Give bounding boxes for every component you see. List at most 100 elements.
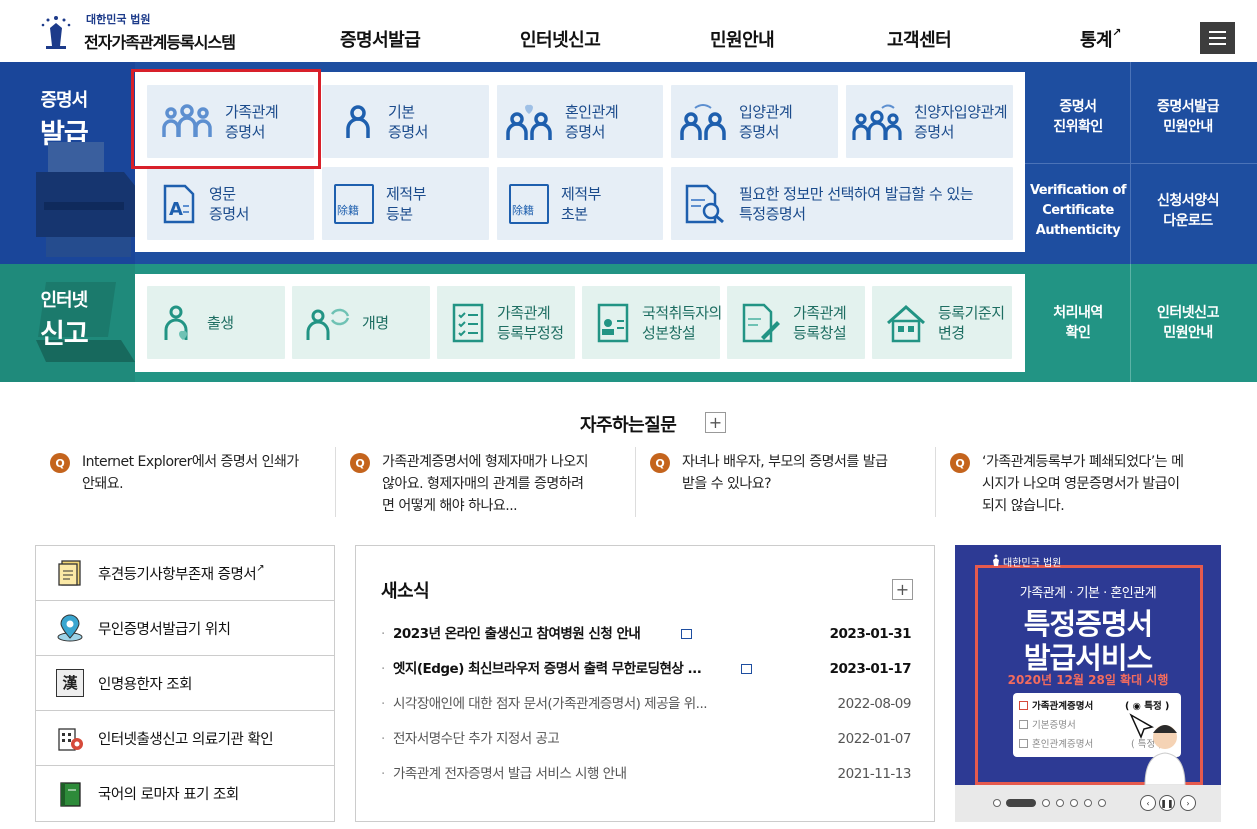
banner-court-name: 대한민국 법원 xyxy=(1003,558,1062,569)
faq-item[interactable]: Q 가족관계증명서에 형제자매가 나오지 않아요. 형제자매의 관계를 증명하려 면… xyxy=(350,447,630,517)
tile-label: 필요한 정보만 선택하여 발급할 수 있는 특정증명서 xyxy=(739,184,974,224)
slide-dot-active[interactable] xyxy=(1006,799,1036,807)
verify-cert-link[interactable]: 증명서진위확인 xyxy=(1028,72,1128,162)
tile-full-adoption-cert[interactable]: 친양자입양관계 증명서 xyxy=(846,85,1013,158)
banner-option-3-label: 혼인관계증명서 xyxy=(1032,739,1094,750)
slide-dot[interactable] xyxy=(1070,799,1078,807)
tile-line2: 등본 xyxy=(386,204,413,223)
verify-cert-line1: 증명서 xyxy=(1059,99,1097,115)
document-icon xyxy=(58,560,81,586)
news-item-date: 2022-01-07 xyxy=(837,731,912,747)
quick-link-label: 후견등기사항부존재 증명서↗ xyxy=(98,562,265,584)
cert-civil-info-link[interactable]: 증명서발급 민원안내 xyxy=(1133,72,1243,162)
tile-removal-register-abstract[interactable]: 除籍 제적부 초본 xyxy=(497,167,663,240)
tile-birth-report[interactable]: 출생 xyxy=(147,286,285,359)
english-doc-icon: A xyxy=(163,184,195,223)
slide-dot[interactable] xyxy=(1056,799,1064,807)
tile-label: 국적취득자의 성본창설 xyxy=(642,303,722,343)
quick-link-hospital-check[interactable]: 인터넷출생신고 의료기관 확인 xyxy=(36,711,334,766)
court-emblem-icon[interactable] xyxy=(38,10,74,50)
verification-line2: Certificate xyxy=(1042,203,1114,218)
page: 대한민국 법원 전자가족관계등록시스템 증명서발급 인터넷신고 민원안내 고객센… xyxy=(0,0,1257,829)
external-link-icon: ↗ xyxy=(256,562,265,574)
tile-label: 출생 xyxy=(207,313,234,332)
tile-english-cert[interactable]: A 영문 증명서 xyxy=(147,167,314,240)
tile-register-correction[interactable]: 가족관계 등록부정정 xyxy=(437,286,575,359)
form-download-line2: 다운로드 xyxy=(1163,213,1213,229)
tile-specific-cert[interactable]: 필요한 정보만 선택하여 발급할 수 있는 특정증명서 xyxy=(671,167,1013,240)
verification-line3: Authenticity xyxy=(1035,223,1121,238)
banner-date: 2020년 12월 28일 확대 시행 xyxy=(1007,673,1169,687)
nav-civil-info[interactable]: 민원안내 xyxy=(710,26,775,52)
faq-text: 자녀나 배우자, 부모의 증명서를 발급 받을 수 있나요? xyxy=(682,451,888,495)
tile-label: 입양관계 증명서 xyxy=(739,102,793,142)
news-item[interactable]: · 시각장애인에 대한 점자 문서(가족관계증명서) 제공을 위... 2022… xyxy=(381,693,912,715)
pause-icon[interactable]: ❚❚ xyxy=(1159,795,1175,811)
net-civil-info-link[interactable]: 인터넷신고 민원안내 xyxy=(1133,274,1243,372)
news-item[interactable]: · 전자서명수단 추가 지정서 공고 2022-01-07 xyxy=(381,728,912,750)
tile-label: 제적부 등본 xyxy=(386,184,426,224)
news-item[interactable]: · 엣지(Edge) 최신브라우저 증명서 출력 무한로딩현상 ... 2023… xyxy=(381,658,912,680)
news-item-date: 2023-01-31 xyxy=(829,626,912,642)
faq-item[interactable]: Q Internet Explorer에서 증명서 인쇄가 안돼요. xyxy=(50,447,330,517)
news-item[interactable]: · 가족관계 전자증명서 발급 서비스 시행 안내 2021-11-13 xyxy=(381,763,912,785)
printer-icon xyxy=(36,142,136,257)
promo-banner[interactable]: 대한민국 법원 가족관계 · 기본 · 혼인관계 특정증명서 발급서비스 202… xyxy=(955,545,1221,822)
faq-item[interactable]: Q 자녀나 배우자, 부모의 증명서를 발급 받을 수 있나요? xyxy=(650,447,930,517)
faq-item[interactable]: Q ‘가족관계등록부가 폐쇄되었다’는 메 시지가 나오며 영문증명서가 발급이 되… xyxy=(950,447,1230,517)
form-download-link[interactable]: 신청서양식 다운로드 xyxy=(1133,168,1243,254)
tile-label: 가족관계 등록부정정 xyxy=(497,303,564,343)
tile-naturalized-surname[interactable]: 국적취득자의 성본창설 xyxy=(582,286,722,359)
logo-court-name[interactable]: 대한민국 법원 xyxy=(86,11,151,27)
tile-line1: 가족관계 xyxy=(793,303,847,322)
banner-subtitle: 가족관계 · 기본 · 혼인관계 xyxy=(1019,586,1157,601)
faq-more-button[interactable]: + xyxy=(705,412,726,433)
faq-line2: 받을 수 있나요? xyxy=(682,476,772,492)
prev-slide-icon[interactable]: ‹ xyxy=(1140,795,1156,811)
tile-line1: 필요한 정보만 선택하여 발급할 수 있는 xyxy=(739,184,974,203)
tile-registry-base-change[interactable]: 등록기준지 변경 xyxy=(872,286,1012,359)
nav-internet-report[interactable]: 인터넷신고 xyxy=(520,26,601,52)
nav-customer-center[interactable]: 고객센터 xyxy=(887,26,952,52)
quick-link-label: 인터넷출생신고 의료기관 확인 xyxy=(98,731,274,748)
hamburger-icon[interactable] xyxy=(1200,22,1235,54)
tile-marriage-cert[interactable]: 혼인관계 증명서 xyxy=(497,85,663,158)
news-item[interactable]: · 2023년 온라인 출생신고 참여병원 신청 안내 2023-01-31 xyxy=(381,623,912,645)
next-slide-icon[interactable]: › xyxy=(1180,795,1196,811)
nav-statistics[interactable]: 통계↗ xyxy=(1080,26,1121,52)
court-emblem-icon xyxy=(993,554,999,566)
tile-register-creation[interactable]: 가족관계 등록창설 xyxy=(727,286,865,359)
process-history-line2: 확인 xyxy=(1065,325,1091,341)
tile-label: 혼인관계 증명서 xyxy=(565,102,619,142)
quick-link-kiosk-location[interactable]: 무인증명서발급기 위치 xyxy=(36,601,334,656)
logo-system-name[interactable]: 전자가족관계등록시스템 xyxy=(84,29,236,53)
news-more-button[interactable]: + xyxy=(892,579,913,600)
tile-line1: 국적취득자의 xyxy=(642,303,722,322)
process-history-link[interactable]: 처리내역 확인 xyxy=(1028,274,1128,372)
verify-cert-line2: 진위확인 xyxy=(1053,119,1103,135)
slide-dot[interactable] xyxy=(1084,799,1092,807)
nav-cert-issue[interactable]: 증명서발급 xyxy=(340,26,421,52)
verification-authenticity-link[interactable]: Verification of Certificate Authenticity xyxy=(1028,168,1128,254)
quick-link-romanization[interactable]: 국어의 로마자 표기 조회 xyxy=(36,766,334,821)
quick-link-hanja-search[interactable]: 漢 인명용한자 조회 xyxy=(36,656,334,711)
cert-label-small: 증명서 xyxy=(40,90,89,111)
tile-line1: 입양관계 xyxy=(739,102,793,121)
tile-rename-report[interactable]: 개명 xyxy=(292,286,430,359)
tile-line2: 증명서 xyxy=(565,122,605,141)
slide-dot[interactable] xyxy=(993,799,1001,807)
tile-removal-register-copy[interactable]: 除籍 제적부 등본 xyxy=(322,167,489,240)
full-adoption-icon xyxy=(852,104,902,140)
quick-link-guardianship-cert[interactable]: 후견등기사항부존재 증명서↗ xyxy=(36,546,334,601)
tile-line2: 성본창설 xyxy=(642,323,696,342)
tile-line1: 친양자입양관계 xyxy=(914,102,1008,121)
tile-adoption-cert[interactable]: 입양관계 증명서 xyxy=(671,85,838,158)
faq-line3: 되지 않습니다. xyxy=(982,498,1065,514)
divider xyxy=(335,447,336,517)
slide-dot[interactable] xyxy=(1098,799,1106,807)
slide-dot[interactable] xyxy=(1042,799,1050,807)
tile-basic-cert[interactable]: 기본 증명서 xyxy=(322,85,489,158)
banner-option-2-label: 기본증명서 xyxy=(1032,720,1076,731)
tile-label: 친양자입양관계 증명서 xyxy=(914,102,1008,142)
faq-text: 가족관계증명서에 형제자매가 나오지 않아요. 형제자매의 관계를 증명하려 면 어… xyxy=(382,451,588,517)
